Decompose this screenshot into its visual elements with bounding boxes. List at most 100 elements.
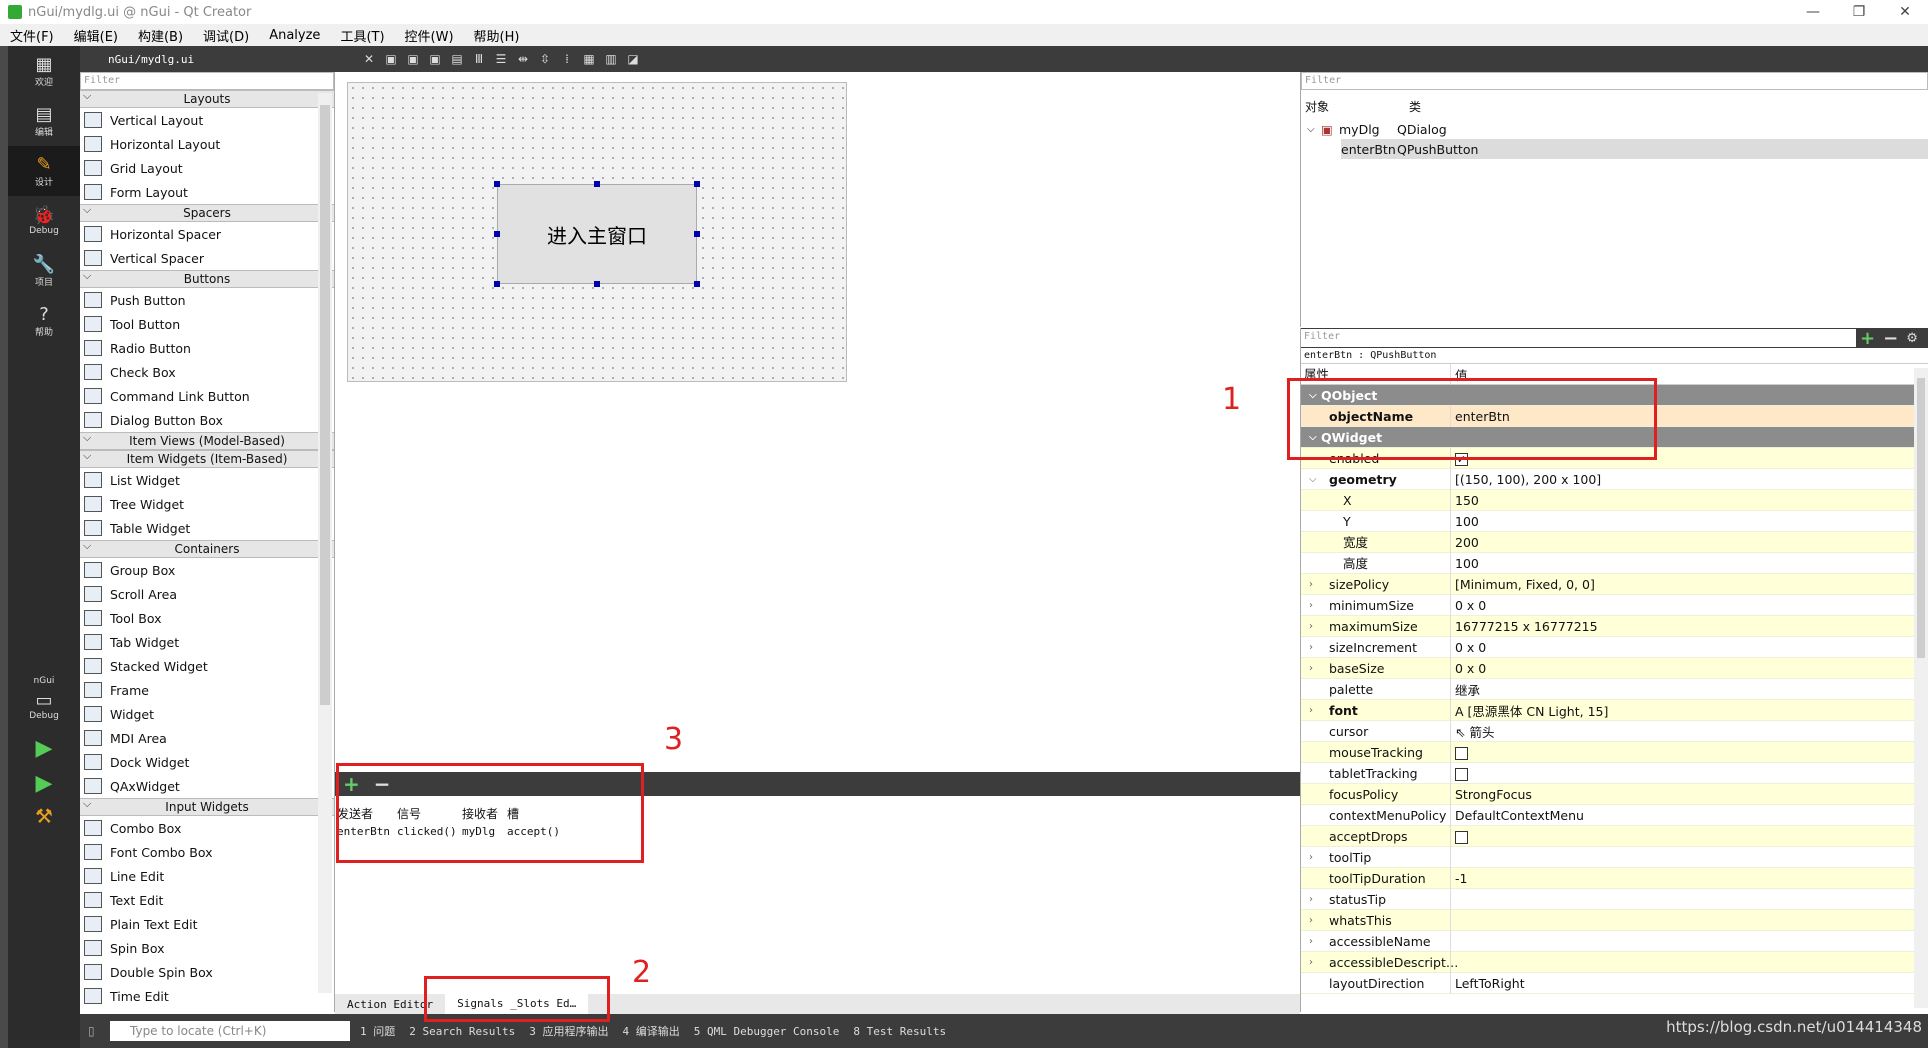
output-pane-0[interactable]: 1 问题 [360, 1025, 395, 1038]
category-input-widgets[interactable]: Input Widgets [80, 796, 334, 816]
property-value[interactable]: 继承 [1451, 680, 1480, 699]
chevron-down-icon[interactable]: ⌵ [1309, 474, 1317, 485]
object-filter[interactable]: Filter [1301, 72, 1928, 90]
chevron-right-icon[interactable]: › [1309, 600, 1313, 611]
widget-item-table-widget[interactable]: Table Widget [80, 516, 334, 540]
property-row-contextmenupolicy[interactable]: contextMenuPolicy DefaultContextMenu [1301, 804, 1928, 826]
property-value[interactable]: 150 [1451, 493, 1479, 508]
widget-item-tree-widget[interactable]: Tree Widget [80, 492, 334, 516]
output-pane-4[interactable]: 5 QML Debugger Console [694, 1025, 840, 1038]
widget-item-qaxwidget[interactable]: QAxWidget [80, 774, 334, 798]
layout-horizontal-icon[interactable]: Ⅲ [470, 50, 488, 68]
property-row-minimumsize[interactable]: › minimumSize 0 x 0 [1301, 594, 1928, 616]
widget-item-tab-widget[interactable]: Tab Widget [80, 630, 334, 654]
category-buttons[interactable]: Buttons [80, 268, 334, 288]
property-value[interactable]: A [思源黑体 CN Light, 15] [1451, 701, 1608, 720]
property-row-cursor[interactable]: cursor ⇖ 箭头 [1301, 720, 1928, 742]
chevron-right-icon[interactable]: › [1309, 936, 1313, 947]
resize-handle[interactable] [494, 231, 500, 237]
splitter-h-icon[interactable]: ⇹ [514, 50, 532, 68]
widget-item-tool-button[interactable]: Tool Button [80, 312, 334, 336]
property-row-font[interactable]: › font A [思源黑体 CN Light, 15] [1301, 699, 1928, 721]
property-value[interactable]: DefaultContextMenu [1451, 808, 1584, 823]
category-item-widgets-item-based[interactable]: Item Widgets (Item-Based) [80, 448, 334, 468]
widget-item-horizontal-layout[interactable]: Horizontal Layout [80, 132, 334, 156]
property-row-palette[interactable]: palette 继承 [1301, 678, 1928, 700]
menu-item-1[interactable]: 编辑(E) [64, 26, 128, 45]
widget-item-form-layout[interactable]: Form Layout [80, 180, 334, 204]
property-row-x[interactable]: X 150 [1301, 489, 1928, 511]
property-row-tooltipduration[interactable]: toolTipDuration -1 [1301, 867, 1928, 889]
property-value[interactable]: LeftToRight [1451, 976, 1525, 991]
property-row-accessiblename[interactable]: › accessibleName [1301, 930, 1928, 952]
sidebar-toggle-icon[interactable]: ▯ [88, 1024, 95, 1038]
property-value[interactable]: 0 x 0 [1451, 598, 1486, 613]
property-row-geometry[interactable]: ⌵ geometry [(150, 100), 200 x 100] [1301, 468, 1928, 490]
wrench-icon[interactable]: ⚙ [1906, 331, 1918, 346]
category-item-views-model-based[interactable]: Item Views (Model-Based) [80, 430, 334, 450]
property-value[interactable]: ⇖ 箭头 [1451, 722, 1494, 741]
widget-item-double-spin-box[interactable]: Double Spin Box [80, 960, 334, 984]
widget-item-push-button[interactable]: Push Button [80, 288, 334, 312]
menu-item-5[interactable]: 工具(T) [330, 26, 394, 45]
widget-item-dock-widget[interactable]: Dock Widget [80, 750, 334, 774]
widget-item-line-edit[interactable]: Line Edit [80, 864, 334, 888]
resize-handle[interactable] [694, 231, 700, 237]
splitter-v-icon[interactable]: ⇳ [536, 50, 554, 68]
resize-handle[interactable] [694, 181, 700, 187]
mode-4[interactable]: 🔧 项目 [8, 246, 80, 296]
build-hammer-icon[interactable]: ⚒ [8, 804, 80, 828]
category-layouts[interactable]: Layouts [80, 88, 334, 108]
widget-item-widget[interactable]: Widget [80, 702, 334, 726]
property-row-y[interactable]: Y 100 [1301, 510, 1928, 532]
mode-0[interactable]: ▦ 欢迎 [8, 46, 80, 96]
chevron-right-icon[interactable]: › [1309, 663, 1313, 674]
widget-item-mdi-area[interactable]: MDI Area [80, 726, 334, 750]
widget-item-vertical-spacer[interactable]: Vertical Spacer [80, 246, 334, 270]
menu-item-0[interactable]: 文件(F) [0, 26, 64, 45]
property-value[interactable]: [(150, 100), 200 x 100] [1451, 472, 1601, 487]
enter-button-widget[interactable]: 进入主窗口 [497, 184, 697, 284]
widget-item-command-link-button[interactable]: Command Link Button [80, 384, 334, 408]
widget-item-vertical-layout[interactable]: Vertical Layout [80, 108, 334, 132]
widget-item-stacked-widget[interactable]: Stacked Widget [80, 654, 334, 678]
tool-icon[interactable]: ▣ [382, 50, 400, 68]
object-row-enterbtn[interactable]: enterBtn QPushButton [1341, 139, 1928, 159]
property-row-tooltip[interactable]: › toolTip [1301, 846, 1928, 868]
resize-handle[interactable] [594, 181, 600, 187]
widget-item-check-box[interactable]: Check Box [80, 360, 334, 384]
widget-item-combo-box[interactable]: Combo Box [80, 816, 334, 840]
widgetbox-filter[interactable]: Filter [80, 72, 334, 90]
property-row-mousetracking[interactable]: mouseTracking [1301, 741, 1928, 763]
remove-property-icon[interactable]: − [1883, 328, 1898, 349]
acceptdrops-checkbox[interactable] [1455, 830, 1468, 844]
mode-2[interactable]: ✎ 设计 [8, 146, 80, 196]
widget-item-list-widget[interactable]: List Widget [80, 468, 334, 492]
tablettracking-checkbox[interactable] [1455, 767, 1468, 781]
widget-item-spin-box[interactable]: Spin Box [80, 936, 334, 960]
property-value[interactable]: 200 [1451, 535, 1479, 550]
chevron-right-icon[interactable]: › [1309, 579, 1313, 590]
menu-item-4[interactable]: Analyze [259, 28, 330, 43]
property-value[interactable]: 0 x 0 [1451, 640, 1486, 655]
property-row-focuspolicy[interactable]: focusPolicy StrongFocus [1301, 783, 1928, 805]
property-row-basesize[interactable]: › baseSize 0 x 0 [1301, 657, 1928, 679]
property-row-maximumsize[interactable]: › maximumSize 16777215 x 16777215 [1301, 615, 1928, 637]
mousetracking-checkbox[interactable] [1455, 746, 1468, 760]
property-row-item[interactable]: 宽度 200 [1301, 531, 1928, 553]
mode-1[interactable]: ▤ 编辑 [8, 96, 80, 146]
adjust-size-icon[interactable]: ◪ [624, 50, 642, 68]
widget-item-time-edit[interactable]: Time Edit [80, 984, 334, 1008]
chevron-right-icon[interactable]: › [1309, 705, 1313, 716]
tool-icon[interactable]: ▤ [448, 50, 466, 68]
property-row-acceptdrops[interactable]: acceptDrops [1301, 825, 1928, 847]
property-row-item[interactable]: 高度 100 [1301, 552, 1928, 574]
output-pane-2[interactable]: 3 应用程序输出 [529, 1025, 608, 1038]
widget-item-tool-box[interactable]: Tool Box [80, 606, 334, 630]
menu-item-7[interactable]: 帮助(H) [464, 26, 530, 45]
resize-handle[interactable] [494, 281, 500, 287]
widgetbox-scrollbar[interactable] [318, 93, 332, 993]
widget-item-grid-layout[interactable]: Grid Layout [80, 156, 334, 180]
grid-icon[interactable]: ⁞ [558, 50, 576, 68]
chevron-down-icon[interactable]: ⌵ [1301, 124, 1321, 135]
